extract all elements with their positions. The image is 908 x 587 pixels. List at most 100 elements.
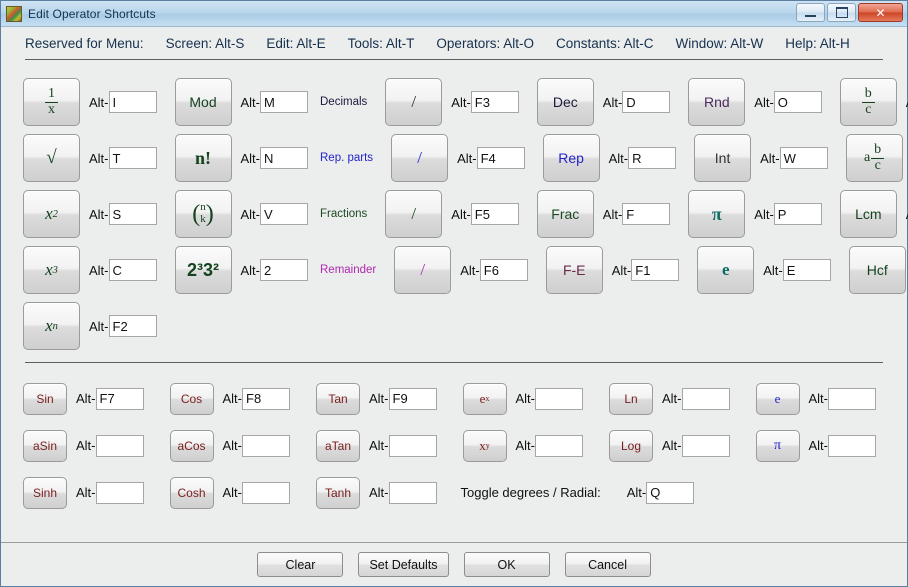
shortcut-input-frac[interactable]: F	[622, 203, 670, 225]
shortcut-input-sinh[interactable]	[96, 482, 144, 504]
operator-button-powers[interactable]: 2³3²	[175, 246, 232, 294]
shortcut-input-mod[interactable]: M	[260, 91, 308, 113]
operator-button-binomial[interactable]: (nk)	[175, 190, 232, 238]
operator-button-slash-remainder[interactable]: /	[394, 246, 451, 294]
minimize-button[interactable]	[796, 3, 825, 22]
function-button-cosh[interactable]: Cosh	[170, 477, 214, 509]
operator-button-lcm[interactable]: Lcm	[840, 190, 897, 238]
operator-button-factorial[interactable]: n!	[175, 134, 232, 182]
shortcut-input-slash-remainder[interactable]: F6	[480, 259, 528, 281]
shortcut-input-int[interactable]: W	[780, 147, 828, 169]
close-icon: ✕	[875, 7, 885, 19]
close-button[interactable]: ✕	[858, 3, 903, 22]
shortcut-input-rep[interactable]: R	[628, 147, 676, 169]
operator-button-cube[interactable]: x3	[23, 246, 80, 294]
function-button-ln[interactable]: Ln	[609, 383, 653, 415]
operator-button-e[interactable]: e	[697, 246, 754, 294]
shortcut-input-e[interactable]: E	[783, 259, 831, 281]
operator-button-rep[interactable]: Rep	[543, 134, 600, 182]
shortcut-input-cos[interactable]: F8	[242, 388, 290, 410]
operator-button-bc[interactable]: bc	[840, 78, 897, 126]
operator-row: √ Alt- T n! Alt- N Rep. parts / Alt- F4 …	[1, 130, 907, 186]
operator-button-frac[interactable]: Frac	[537, 190, 594, 238]
operator-button-pi[interactable]: π	[688, 190, 745, 238]
shortcut-input-reciprocal[interactable]: I	[109, 91, 157, 113]
operator-button-fe[interactable]: F-E	[546, 246, 603, 294]
alt-label: Alt-	[760, 151, 780, 166]
operator-button-mod[interactable]: Mod	[175, 78, 232, 126]
set-defaults-button[interactable]: Set Defaults	[358, 552, 448, 577]
shortcut-input-toggle-degrees[interactable]: Q	[646, 482, 694, 504]
shortcut-input-binomial[interactable]: V	[260, 203, 308, 225]
shortcut-input-acos[interactable]	[242, 435, 290, 457]
function-button-tanh[interactable]: Tanh	[316, 477, 360, 509]
alt-label: Alt-	[609, 151, 629, 166]
operator-button-slash-fractions[interactable]: /	[385, 190, 442, 238]
shortcut-input-const-e[interactable]	[828, 388, 876, 410]
alt-label: Alt-	[451, 95, 471, 110]
shortcut-input-ln[interactable]	[682, 388, 730, 410]
shortcut-input-dec[interactable]: D	[622, 91, 670, 113]
operator-button-square[interactable]: x2	[23, 190, 80, 238]
function-button-const-pi[interactable]: π	[756, 430, 800, 462]
operator-button-sqrt[interactable]: √	[23, 134, 80, 182]
shortcut-input-slash-decimals[interactable]: F3	[471, 91, 519, 113]
operator-button-slash-rep[interactable]: /	[391, 134, 448, 182]
shortcut-input-powers[interactable]: 2	[260, 259, 308, 281]
operator-button-hcf[interactable]: Hcf	[849, 246, 906, 294]
alt-label: Alt-	[460, 263, 480, 278]
function-button-asin[interactable]: aSin	[23, 430, 67, 462]
operator-button-dec[interactable]: Dec	[537, 78, 594, 126]
function-button-atan[interactable]: aTan	[316, 430, 360, 462]
shortcut-input-sin[interactable]: F7	[96, 388, 144, 410]
alt-label: Alt-	[612, 263, 632, 278]
shortcut-input-factorial[interactable]: N	[260, 147, 308, 169]
menu-shortcut-edit: Edit: Alt-E	[266, 36, 325, 51]
shortcut-input-power-n[interactable]: F2	[109, 315, 157, 337]
shortcut-key-value: F6	[484, 263, 499, 278]
shortcut-key-value: F2	[113, 319, 128, 334]
shortcut-input-sqrt[interactable]: T	[109, 147, 157, 169]
shortcut-input-tan[interactable]: F9	[389, 388, 437, 410]
shortcut-input-slash-fractions[interactable]: F5	[471, 203, 519, 225]
shortcut-input-log[interactable]	[682, 435, 730, 457]
ok-button[interactable]: OK	[464, 552, 550, 577]
shortcut-cell-exp: ex Alt-	[463, 383, 584, 415]
function-button-exp[interactable]: ex	[463, 383, 507, 415]
shortcut-input-square[interactable]: S	[109, 203, 157, 225]
function-button-cos[interactable]: Cos	[170, 383, 214, 415]
function-button-acos[interactable]: aCos	[170, 430, 214, 462]
window-controls: ✕	[796, 3, 903, 22]
operator-button-power-n[interactable]: xn	[23, 302, 80, 350]
alt-label: Alt-	[369, 485, 389, 500]
shortcut-input-fe[interactable]: F1	[631, 259, 679, 281]
shortcut-input-pi[interactable]: P	[774, 203, 822, 225]
operator-button-int[interactable]: Int	[694, 134, 751, 182]
function-button-tan[interactable]: Tan	[316, 383, 360, 415]
shortcut-input-const-pi[interactable]	[828, 435, 876, 457]
shortcut-key-value: E	[787, 263, 796, 278]
shortcut-key-value: N	[264, 151, 273, 166]
shortcut-input-cube[interactable]: C	[109, 259, 157, 281]
shortcut-input-exp[interactable]	[535, 388, 583, 410]
operator-button-reciprocal[interactable]: 1x	[23, 78, 80, 126]
shortcut-input-rnd[interactable]: O	[774, 91, 822, 113]
shortcut-input-atan[interactable]	[389, 435, 437, 457]
function-button-log[interactable]: Log	[609, 430, 653, 462]
shortcut-input-asin[interactable]	[96, 435, 144, 457]
operator-button-rnd[interactable]: Rnd	[688, 78, 745, 126]
maximize-button[interactable]	[827, 3, 856, 22]
function-button-sinh[interactable]: Sinh	[23, 477, 67, 509]
cancel-button[interactable]: Cancel	[565, 552, 651, 577]
clear-button[interactable]: Clear	[257, 552, 343, 577]
shortcut-input-cosh[interactable]	[242, 482, 290, 504]
function-button-const-e[interactable]: e	[756, 383, 800, 415]
shortcut-input-tanh[interactable]	[389, 482, 437, 504]
alt-label: Alt-	[809, 438, 829, 453]
function-button-sin[interactable]: Sin	[23, 383, 67, 415]
function-button-power-xy[interactable]: xy	[463, 430, 507, 462]
operator-button-slash-decimals[interactable]: /	[385, 78, 442, 126]
operator-button-abc[interactable]: abc	[846, 134, 903, 182]
shortcut-input-power-xy[interactable]	[535, 435, 583, 457]
shortcut-input-slash-rep[interactable]: F4	[477, 147, 525, 169]
